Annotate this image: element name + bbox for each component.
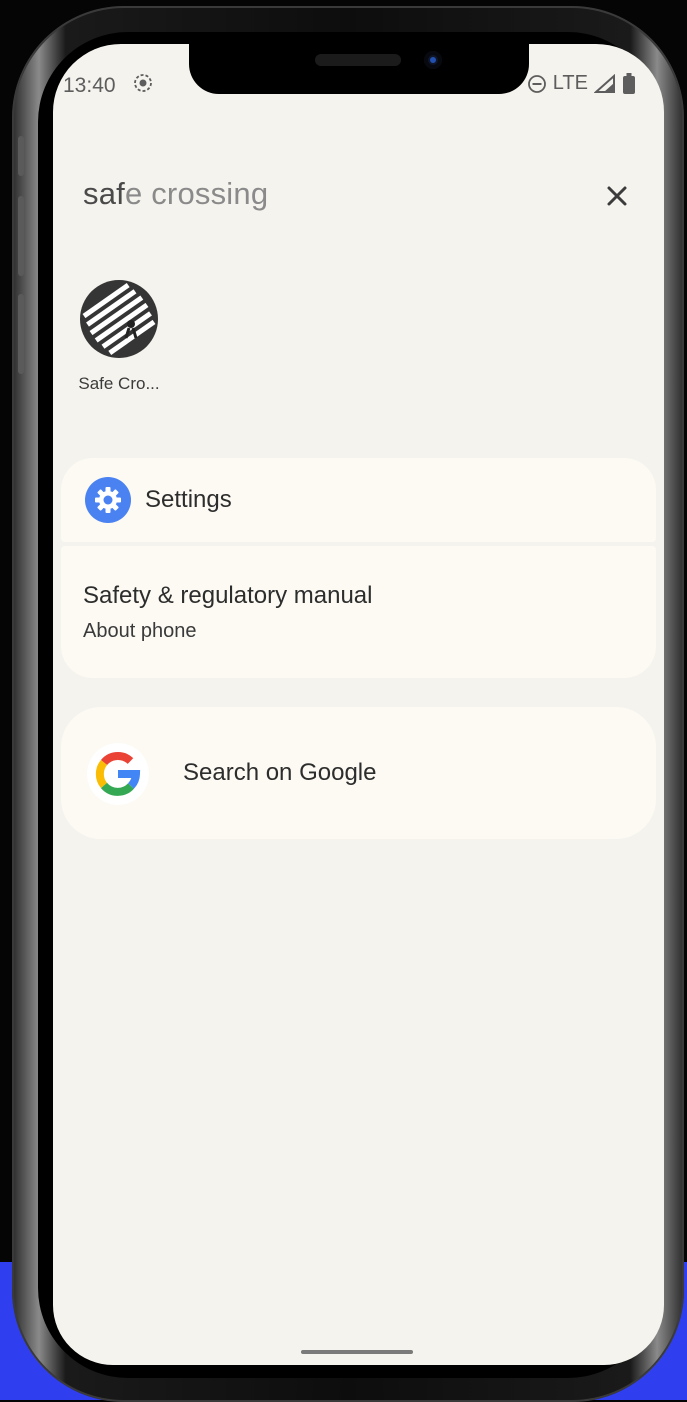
close-icon — [607, 186, 627, 206]
mute-switch — [18, 136, 24, 176]
status-icons: LTE — [527, 72, 636, 95]
clear-search-button[interactable] — [601, 180, 633, 212]
front-camera — [424, 51, 442, 69]
search-query-typed: saf — [83, 176, 125, 211]
settings-result-subtitle: About phone — [83, 620, 197, 642]
phone-screen: 13:40 LTE safe crossing Safe Cro... Sett… — [53, 44, 664, 1365]
speaker-grille — [315, 54, 401, 66]
volume-up-button — [18, 196, 24, 276]
safe-crossing-app-icon — [80, 280, 158, 358]
search-query-suggestion: e crossing — [124, 176, 269, 211]
screen-record-icon — [134, 74, 152, 92]
search-on-google-label: Search on Google — [183, 759, 377, 786]
settings-result-title: Safety & regulatory manual — [83, 582, 373, 609]
signal-icon — [594, 73, 615, 93]
search-on-google-card[interactable]: Search on Google — [61, 707, 656, 839]
settings-section-header[interactable]: Settings — [61, 458, 656, 542]
google-logo-icon — [87, 743, 149, 805]
network-label: LTE — [552, 72, 588, 94]
dnd-icon — [527, 74, 546, 93]
battery-icon — [623, 72, 635, 94]
settings-result-safety-manual[interactable]: Safety & regulatory manual About phone — [61, 546, 656, 678]
gear-icon — [85, 477, 131, 523]
home-indicator[interactable] — [301, 1350, 413, 1354]
volume-down-button — [18, 294, 24, 374]
search-query-text[interactable]: safe crossing — [83, 176, 268, 212]
app-result-label: Safe Cro... — [78, 374, 160, 393]
settings-section-title: Settings — [145, 486, 232, 513]
notch — [189, 44, 529, 94]
app-result-safe-crossing[interactable]: Safe Cro... — [67, 278, 171, 394]
status-time: 13:40 — [63, 74, 116, 97]
